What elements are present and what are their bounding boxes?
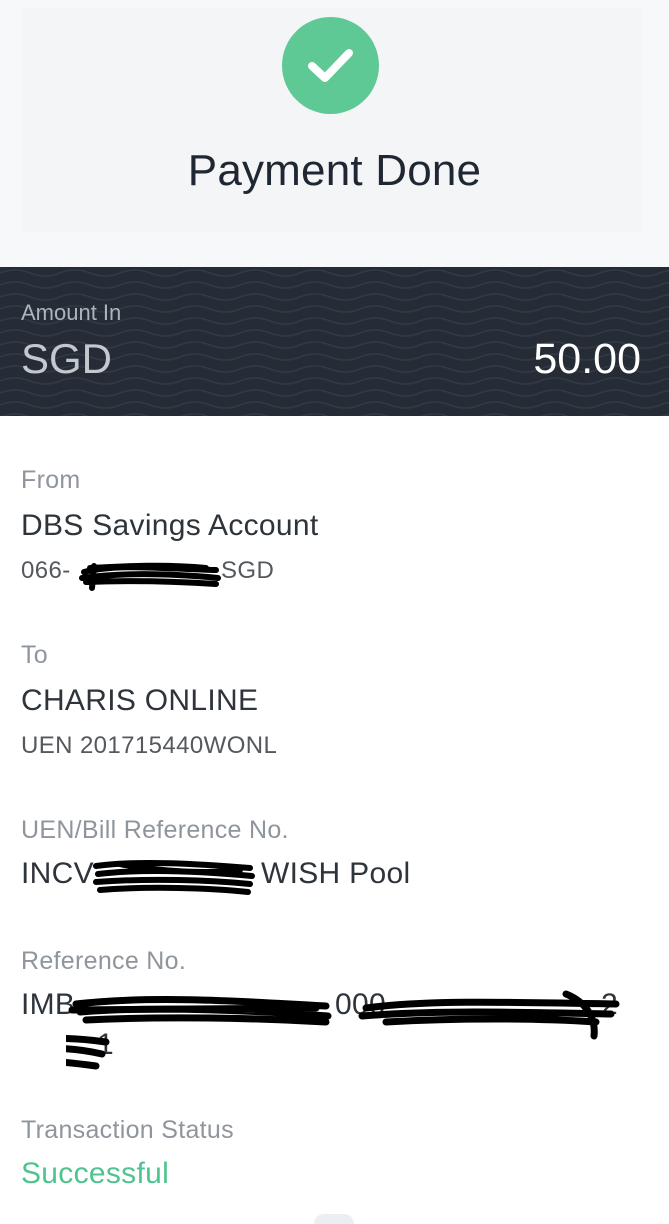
status-section: Transaction Status Successful — [21, 1116, 641, 1191]
amount-banner: Amount In SGD 50.00 — [0, 267, 669, 416]
to-section: To CHARIS ONLINE UEN 201715440WONL — [21, 641, 641, 760]
reference-line1-prefix: IMB — [21, 988, 76, 1021]
currency-code: SGD — [21, 335, 113, 382]
reference-line1-end: 2 — [601, 988, 618, 1021]
status-label: Transaction Status — [21, 1116, 234, 1144]
amount-value: 50.00 — [533, 335, 641, 383]
reference-label: Reference No. — [21, 947, 187, 975]
from-account-suffix: SGD — [221, 557, 275, 584]
header: Payment Done — [0, 0, 669, 267]
reference-line-2: 1 — [21, 1028, 641, 1064]
from-label: From — [21, 466, 81, 494]
bill-reference-label: UEN/Bill Reference No. — [21, 816, 289, 844]
from-account-number: 066- SGD — [21, 557, 641, 587]
from-section: From DBS Savings Account 066- SGD — [21, 466, 641, 587]
status-value: Successful — [21, 1157, 170, 1190]
reference-line2-end: 1 — [97, 1028, 114, 1061]
scroll-handle[interactable] — [314, 1214, 354, 1224]
payee-name: CHARIS ONLINE — [21, 684, 259, 717]
reference-line-1: IMB 000 2 — [21, 988, 641, 1024]
from-account-prefix: 066- — [21, 557, 71, 584]
checkmark-icon — [282, 17, 379, 114]
page-title: Payment Done — [187, 146, 482, 195]
reference-section: Reference No. IMB 000 2 1 — [21, 947, 641, 1064]
from-account-name: DBS Savings Account — [21, 509, 319, 542]
payee-uen: UEN 201715440WONL — [21, 732, 278, 759]
amount-label: Amount In — [21, 300, 122, 325]
bill-reference-value: INCV WISH Pool — [21, 857, 641, 893]
bill-reference-suffix: WISH Pool — [261, 857, 411, 890]
bill-reference-prefix: INCV — [21, 857, 94, 890]
bill-reference-section: UEN/Bill Reference No. INCV WISH Pool — [21, 816, 641, 893]
to-label: To — [21, 641, 49, 669]
reference-line1-mid: 000 — [335, 988, 386, 1021]
